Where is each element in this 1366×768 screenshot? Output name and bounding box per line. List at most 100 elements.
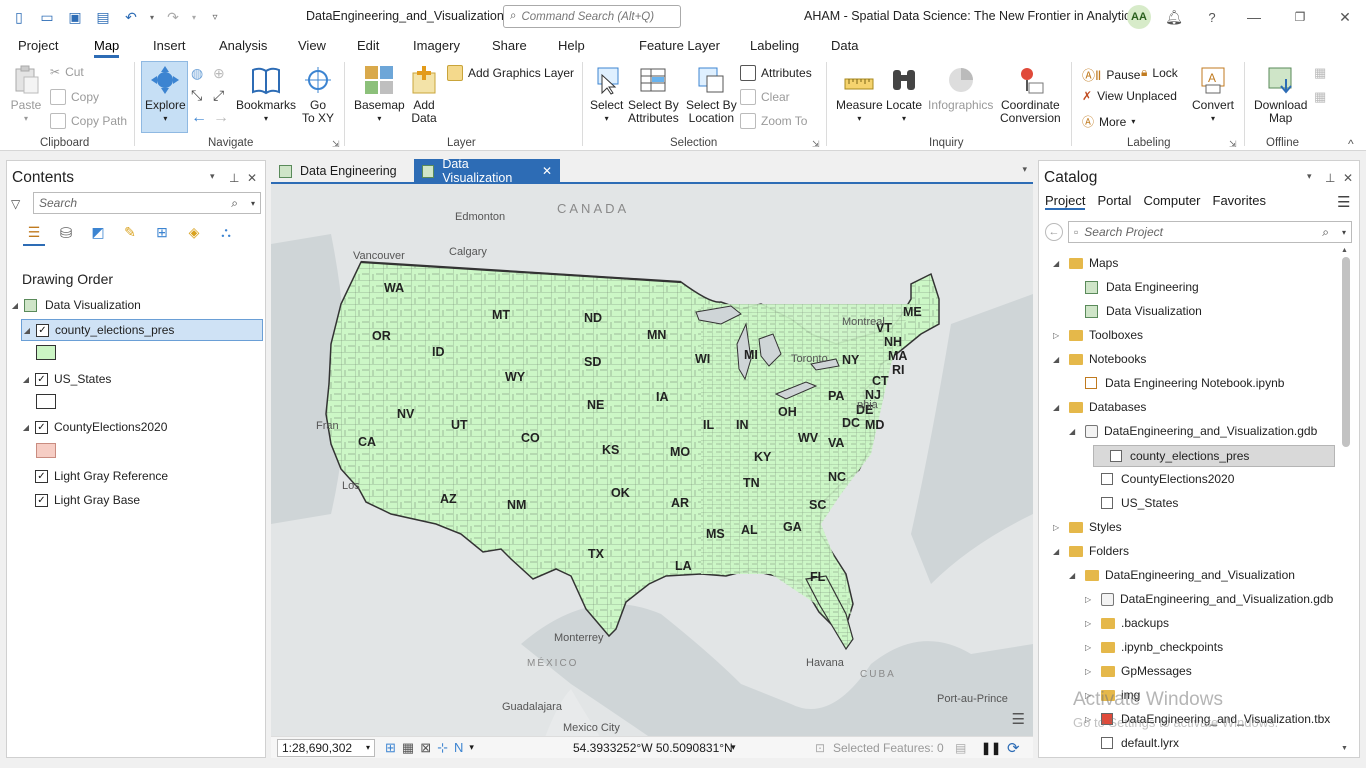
status-tools-dropdown-icon[interactable]: ▾: [469, 742, 474, 753]
catalog-item[interactable]: ◢ DataEngineering_and_Visualization: [1039, 565, 1295, 585]
zoom-extent-icon[interactable]: ⊞: [385, 740, 396, 756]
map-svg[interactable]: WA OR CA ID NV MT WY UT AZ CO NM ND SD NE KS OK TX MN IA MO…: [271, 184, 1033, 736]
open-project-icon[interactable]: ▭: [36, 7, 58, 27]
layer-visibility-checkbox[interactable]: ✓: [36, 323, 49, 337]
help-icon[interactable]: ?: [1201, 7, 1223, 27]
list-by-drawing-order-icon[interactable]: ☰: [23, 224, 45, 246]
tab-analysis[interactable]: Analysis: [219, 38, 267, 53]
catalog-search-input[interactable]: ▫ Search Project ⌕ ▾: [1068, 221, 1352, 243]
minimize-icon[interactable]: —: [1243, 7, 1265, 27]
collapse-arrow-icon[interactable]: ◢: [1069, 427, 1085, 436]
expand-arrow-icon[interactable]: ▷: [1085, 619, 1101, 628]
layer-row-light-gray-base[interactable]: ✓ Light Gray Base: [21, 490, 140, 510]
catalog-tab-portal[interactable]: Portal: [1097, 193, 1131, 210]
list-by-selection-icon[interactable]: ◩: [87, 224, 109, 246]
layer-visibility-checkbox[interactable]: ✓: [35, 420, 48, 434]
layer-row-county-elections-pres[interactable]: ◢ ✓ county_elections_pres: [21, 319, 263, 341]
tab-insert[interactable]: Insert: [153, 38, 186, 53]
layer-visibility-checkbox[interactable]: ✓: [35, 493, 48, 507]
select-button[interactable]: Select ▾: [590, 64, 623, 125]
layer-symbol-swatch[interactable]: [36, 394, 56, 409]
close-pane-icon[interactable]: ✕: [247, 171, 257, 185]
collapse-arrow-icon[interactable]: ◢: [1053, 403, 1069, 412]
attributes-button[interactable]: Attributes: [740, 65, 812, 81]
tab-view[interactable]: View: [298, 38, 326, 53]
filter-icon[interactable]: ▽: [11, 197, 20, 211]
command-search-input[interactable]: ⌕ Command Search (Alt+Q): [503, 5, 681, 28]
pin-icon[interactable]: ⊥: [1325, 171, 1335, 185]
tab-labeling[interactable]: Labeling: [750, 38, 799, 53]
catalog-item[interactable]: ▷ DataEngineering_and_Visualization.gdb: [1039, 589, 1333, 609]
layer-visibility-checkbox[interactable]: ✓: [35, 372, 48, 386]
expand-arrow-icon[interactable]: ▷: [1085, 595, 1101, 604]
collapse-arrow-icon[interactable]: ◢: [22, 326, 32, 335]
cut-button[interactable]: ✂ Cut: [50, 65, 84, 79]
locate-button[interactable]: Locate ▾: [886, 64, 922, 125]
catalog-item[interactable]: CountyElections2020: [1039, 469, 1234, 489]
basemap-button[interactable]: Basemap ▾: [354, 64, 405, 125]
tab-feature-layer[interactable]: Feature Layer: [639, 38, 720, 53]
grid-icon[interactable]: ▦: [402, 740, 414, 756]
infographics-button[interactable]: Infographics: [928, 64, 993, 112]
customize-toolbar-icon[interactable]: ▿: [204, 7, 226, 27]
redo-dropdown-icon[interactable]: ▾: [190, 7, 198, 27]
expand-arrow-icon[interactable]: ▷: [1053, 523, 1069, 532]
search-dropdown-icon[interactable]: ▾: [1342, 228, 1346, 237]
collapse-arrow-icon[interactable]: ◢: [1053, 547, 1069, 556]
catalog-item[interactable]: ▷ Toolboxes: [1039, 325, 1143, 345]
paste-button[interactable]: Paste ▾: [10, 64, 42, 125]
tab-help[interactable]: Help: [558, 38, 585, 53]
collapse-ribbon-icon[interactable]: ^: [1348, 137, 1354, 151]
lock-labels-button[interactable]: 🔒︎ Lock: [1141, 65, 1178, 80]
list-by-editing-icon[interactable]: ✎: [119, 224, 141, 246]
tab-edit[interactable]: Edit: [357, 38, 379, 53]
layer-row-us-states[interactable]: ◢ ✓ US_States: [21, 369, 111, 389]
tab-data-visualization[interactable]: Data Visualization ✕: [414, 157, 560, 185]
contents-search-input[interactable]: Search ⌕ ▾: [33, 192, 261, 214]
expand-arrow-icon[interactable]: ▷: [1085, 643, 1101, 652]
catalog-item[interactable]: default.lyrx: [1039, 733, 1179, 753]
copy-path-button[interactable]: Copy Path: [50, 113, 127, 129]
select-by-attributes-button[interactable]: Select By Attributes: [628, 64, 679, 125]
add-data-button[interactable]: Add Data: [408, 64, 440, 125]
map-legend-icon[interactable]: ☰: [1012, 710, 1025, 728]
search-dropdown-icon[interactable]: ▾: [251, 199, 255, 208]
notifications-bell-icon[interactable]: 🔔︎: [1163, 7, 1185, 27]
catalog-tab-favorites[interactable]: Favorites: [1213, 193, 1266, 210]
tab-data-engineering[interactable]: Data Engineering: [271, 159, 411, 183]
navigate-launcher-icon[interactable]: ⇲: [332, 139, 340, 150]
tab-list-dropdown-icon[interactable]: ▾: [1022, 164, 1027, 175]
tab-share[interactable]: Share: [492, 38, 527, 53]
add-graphics-layer-button[interactable]: Add Graphics Layer: [447, 65, 574, 81]
list-by-labeling-icon[interactable]: ◈: [183, 224, 205, 246]
undo-dropdown-icon[interactable]: ▾: [148, 7, 156, 27]
tab-project[interactable]: Project: [18, 38, 58, 53]
snapping-icon[interactable]: ⊠: [420, 740, 431, 756]
coordinate-format-dropdown-icon[interactable]: ▾: [731, 742, 736, 753]
pause-drawing-icon[interactable]: ❚❚: [981, 741, 1001, 755]
remove-offline-icon[interactable]: ▦: [1314, 89, 1326, 105]
expand-arrow-icon[interactable]: ▷: [1053, 331, 1069, 340]
layer-row-light-gray-reference[interactable]: ✓ Light Gray Reference: [21, 466, 168, 486]
tab-imagery[interactable]: Imagery: [413, 38, 460, 53]
pin-icon[interactable]: ⊥: [229, 171, 239, 185]
undo-icon[interactable]: ↶: [120, 7, 142, 27]
layer-visibility-checkbox[interactable]: ✓: [35, 469, 48, 483]
selected-features-count[interactable]: Selected Features: 0: [833, 741, 944, 755]
redo-icon[interactable]: ↷: [162, 7, 184, 27]
labeling-launcher-icon[interactable]: ⇲: [1229, 139, 1237, 150]
layer-row-county-elections-2020[interactable]: ◢ ✓ CountyElections2020: [21, 417, 168, 437]
catalog-item[interactable]: ◢ Databases: [1039, 397, 1146, 417]
more-labeling-button[interactable]: Ⓐ More ▾: [1082, 113, 1135, 130]
catalog-item[interactable]: US_States: [1039, 493, 1178, 513]
view-unplaced-button[interactable]: ✗ View Unplaced: [1082, 89, 1177, 103]
catalog-item[interactable]: ◢ Maps: [1039, 253, 1118, 273]
explore-button[interactable]: Explore ▾: [145, 64, 186, 125]
coordinate-conversion-button[interactable]: Coordinate Conversion: [1000, 64, 1061, 125]
user-avatar[interactable]: AA: [1127, 5, 1151, 29]
list-by-snapping-icon[interactable]: ⊞: [151, 224, 173, 246]
scroll-down-icon[interactable]: ▼: [1341, 745, 1348, 752]
constraints-icon[interactable]: ⊹: [437, 740, 448, 756]
north-arrow-icon[interactable]: N: [454, 740, 463, 755]
map-node[interactable]: ◢ Data Visualization: [10, 295, 141, 315]
